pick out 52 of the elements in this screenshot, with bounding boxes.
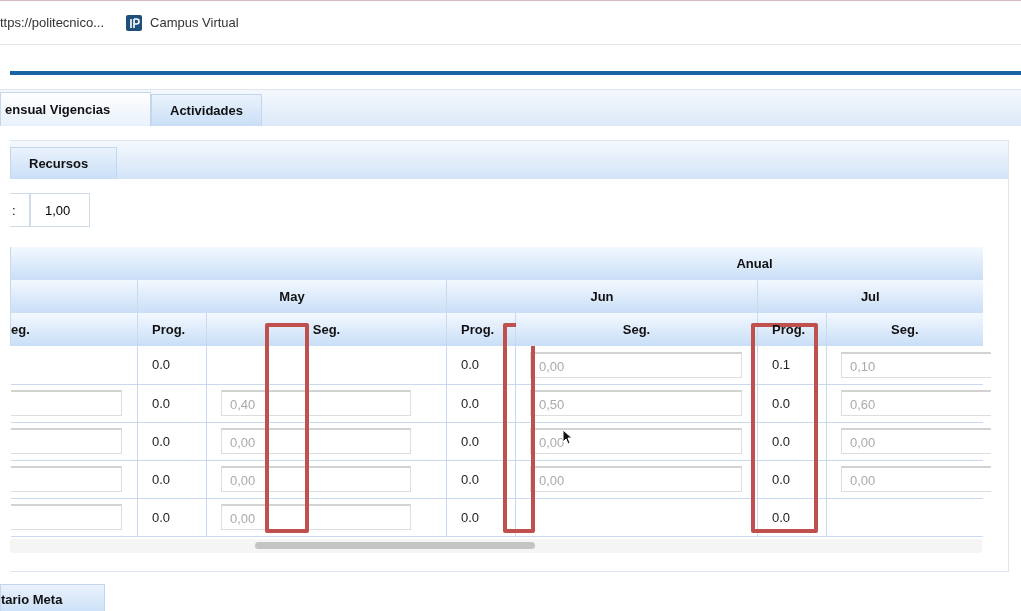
tab[interactable]: ensual Vigencias <box>0 92 151 126</box>
table-cell: 0.0 <box>772 509 791 525</box>
table-cell: 0.0 <box>461 395 480 411</box>
table-cell: 0.0 <box>772 433 791 449</box>
field-label: : <box>10 193 30 227</box>
site-logo-icon <box>126 14 143 31</box>
input-field[interactable]: 0,00 <box>221 504 411 530</box>
tab[interactable]: Recursos <box>10 147 117 179</box>
input-field[interactable]: 0,00 <box>221 428 411 454</box>
input-field[interactable] <box>10 428 122 454</box>
table-cell: 0.0 <box>152 357 171 373</box>
input-field[interactable]: 0,00 <box>530 351 742 378</box>
value-field[interactable]: 1,00 <box>30 193 90 227</box>
input-field[interactable]: 0,60 <box>841 390 991 416</box>
column-header: May <box>137 280 447 313</box>
tab[interactable]: Actividades <box>151 94 262 126</box>
input-field[interactable] <box>10 390 122 416</box>
input-field[interactable] <box>10 466 122 492</box>
column-header: Seg. <box>622 322 651 337</box>
column-header: Seg. <box>891 322 919 337</box>
table-cell: 0.0 <box>461 509 480 525</box>
table-cell: 0.1 <box>772 357 791 373</box>
input-field[interactable]: 0,10 <box>841 351 991 378</box>
pointer-cursor-icon <box>562 429 573 445</box>
tab[interactable]: tario Meta <box>0 584 105 611</box>
column-group-header: Anual <box>10 247 983 280</box>
horizontal-scrollbar[interactable] <box>10 538 982 553</box>
column-header: eg. <box>11 322 30 337</box>
input-field[interactable]: 0,00 <box>221 466 411 492</box>
table-cell: 0.0 <box>772 395 791 411</box>
input-field[interactable]: 0,00 <box>841 428 991 454</box>
column-header: Prog. <box>461 322 495 337</box>
table-cell: 0.0 <box>152 433 171 449</box>
input-field[interactable]: 0,50 <box>530 390 742 416</box>
table-cell: 0.0 <box>152 471 171 487</box>
table-cell: 0.0 <box>152 395 171 411</box>
table-cell: 0.0 <box>461 433 480 449</box>
table-cell: 0.0 <box>152 509 171 525</box>
input-field[interactable]: 0,00 <box>530 428 742 454</box>
table-cell: 0.0 <box>461 471 480 487</box>
input-field[interactable]: 0,00 <box>530 466 742 492</box>
input-field[interactable]: 0,00 <box>841 466 991 492</box>
input-field[interactable] <box>10 504 122 530</box>
table-cell: 0.0 <box>461 357 480 373</box>
column-header: Jul <box>757 280 983 313</box>
bookmark-link[interactable]: ttps://politecnico... <box>0 15 105 30</box>
column-header: Jun <box>446 280 758 313</box>
column-header: Prog. <box>152 322 186 337</box>
input-field[interactable]: 0,40 <box>221 390 411 416</box>
column-header: Seg. <box>312 322 341 337</box>
table-cell: 0.0 <box>772 471 791 487</box>
bookmark-link[interactable]: Campus Virtual <box>150 15 239 30</box>
